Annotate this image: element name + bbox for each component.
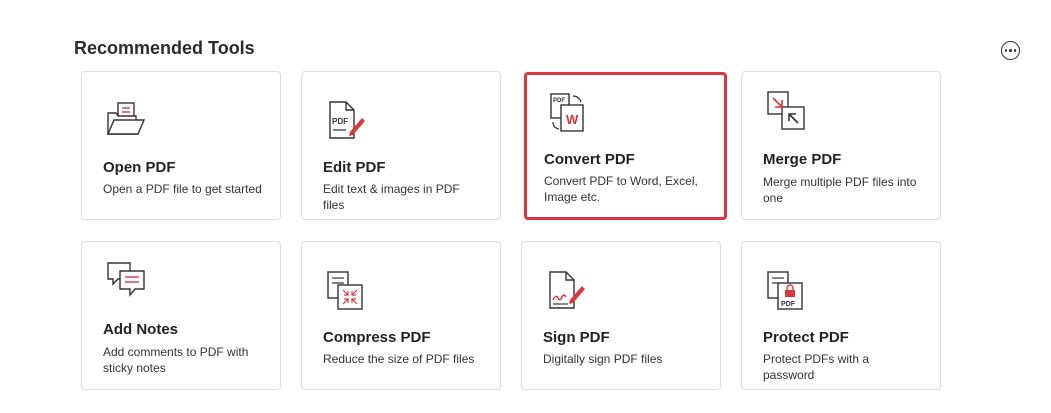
tool-card-sign-pdf[interactable]: Sign PDF Digitally sign PDF files xyxy=(521,241,721,390)
tool-description: Merge multiple PDF files into one xyxy=(763,175,917,205)
sign-pdf-icon xyxy=(549,271,585,309)
tool-title: Edit PDF xyxy=(323,159,386,176)
edit-pdf-icon: PDF xyxy=(329,101,365,139)
tool-card-compress-pdf[interactable]: Compress PDF Reduce the size of PDF file… xyxy=(301,241,501,390)
svg-text:PDF: PDF xyxy=(781,301,796,308)
tool-description: Digitally sign PDF files xyxy=(543,352,663,366)
more-options-icon[interactable] xyxy=(1001,41,1020,60)
tool-title: Add Notes xyxy=(103,321,178,338)
tool-card-edit-pdf[interactable]: PDF Edit PDF Edit text & images in PDF f… xyxy=(301,71,501,220)
tool-card-protect-pdf[interactable]: PDF Protect PDF Protect PDFs with a pass… xyxy=(741,241,941,390)
tool-title: Protect PDF xyxy=(763,329,849,346)
convert-pdf-icon: PDF W xyxy=(550,93,584,132)
tool-description: Edit text & images in PDF files xyxy=(323,182,460,212)
svg-text:PDF: PDF xyxy=(553,98,565,104)
compress-pdf-icon xyxy=(327,271,363,310)
tool-description: Add comments to PDF with sticky notes xyxy=(103,345,249,375)
tool-card-convert-pdf[interactable]: PDF W Convert PDF Convert PDF to Word, E… xyxy=(524,72,727,220)
svg-text:PDF: PDF xyxy=(332,117,348,126)
tool-title: Merge PDF xyxy=(763,151,842,168)
tool-card-add-notes[interactable]: Add Notes Add comments to PDF with stick… xyxy=(81,241,281,390)
merge-pdf-icon xyxy=(767,91,805,130)
section-title: Recommended Tools xyxy=(74,38,255,58)
tool-title: Compress PDF xyxy=(323,329,431,346)
notes-icon xyxy=(107,262,145,297)
tool-title: Open PDF xyxy=(103,159,176,176)
protect-pdf-icon: PDF xyxy=(767,271,803,310)
open-folder-icon xyxy=(106,102,146,135)
tool-description: Reduce the size of PDF files xyxy=(323,352,475,366)
tool-description: Convert PDF to Word, Excel, Image etc. xyxy=(544,174,698,204)
tool-description: Open a PDF file to get started xyxy=(103,182,262,196)
tool-card-merge-pdf[interactable]: Merge PDF Merge multiple PDF files into … xyxy=(741,71,941,220)
tool-card-open-pdf[interactable]: Open PDF Open a PDF file to get started xyxy=(81,71,281,220)
tools-grid: Open PDF Open a PDF file to get started … xyxy=(81,71,942,391)
tool-description: Protect PDFs with a password xyxy=(763,352,870,382)
svg-text:W: W xyxy=(566,112,579,127)
tool-title: Convert PDF xyxy=(544,151,635,168)
tool-title: Sign PDF xyxy=(543,329,610,346)
